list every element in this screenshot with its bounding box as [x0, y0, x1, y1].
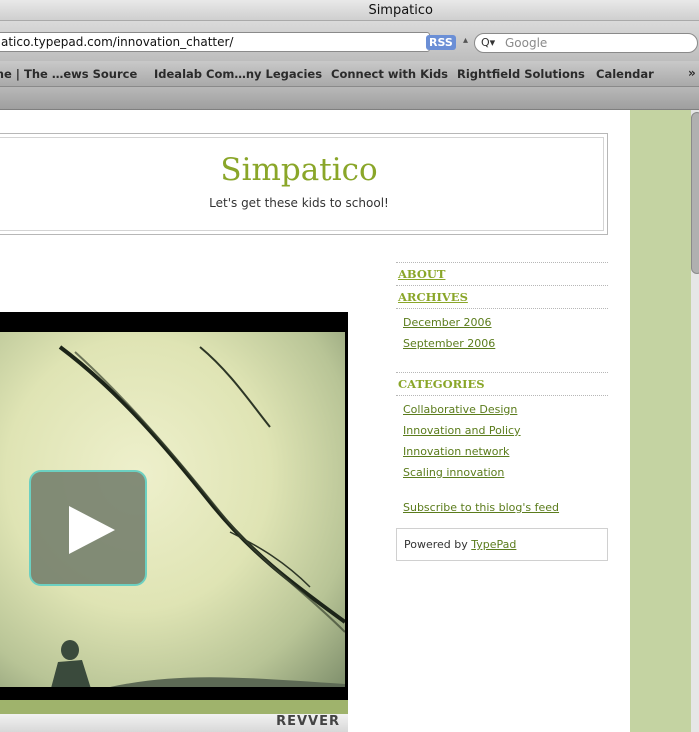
category-link[interactable]: Collaborative Design — [396, 399, 608, 420]
archive-link[interactable]: September 2006 — [396, 333, 608, 354]
play-icon[interactable] — [31, 472, 145, 584]
rss-button[interactable]: RSS — [426, 35, 456, 50]
sidebar-about-link[interactable]: ABOUT — [396, 263, 608, 286]
address-url[interactable]: atico.typepad.com/innovation_chatter/ — [1, 35, 233, 49]
bookmarks-bar: me | The …ews Source Idealab Com…ny Lega… — [0, 61, 699, 87]
address-bar[interactable]: atico.typepad.com/innovation_chatter/ — [0, 32, 430, 52]
play-button[interactable] — [29, 470, 147, 586]
site-title[interactable]: Simpatico — [0, 152, 607, 188]
video-player[interactable] — [0, 312, 348, 710]
typepad-link[interactable]: TypePad — [471, 538, 516, 551]
scrollbar-thumb[interactable] — [691, 112, 699, 274]
bookmark-item[interactable]: Rightfield Solutions — [457, 67, 585, 81]
bookmark-item[interactable]: Calendar — [596, 67, 654, 81]
powered-by-box: Powered by TypePad — [396, 528, 608, 561]
video-controlbar[interactable]: REVVER — [0, 714, 348, 732]
sidebar-categories-heading: CATEGORIES — [396, 373, 608, 396]
bookmark-item[interactable]: Connect with Kids — [331, 67, 448, 81]
blog-sidebar: ABOUT ARCHIVES December 2006 September 2… — [396, 262, 608, 561]
video-frame[interactable] — [0, 332, 345, 687]
blog-banner: Simpatico Let's get these kids to school… — [0, 133, 608, 235]
revver-logo[interactable]: REVVER — [276, 714, 340, 729]
site-tagline: Let's get these kids to school! — [209, 196, 389, 210]
subscribe-feed-link[interactable]: Subscribe to this blog's feed — [396, 497, 608, 518]
search-field[interactable]: Q▾ Google — [474, 33, 698, 53]
video-progress-strip[interactable] — [0, 700, 348, 714]
magnifier-icon[interactable]: Q▾ — [481, 36, 495, 49]
search-placeholder: Google — [505, 36, 548, 50]
category-link[interactable]: Innovation network — [396, 441, 608, 462]
window-title: Simpatico — [368, 3, 433, 18]
powered-by-label: Powered by — [404, 538, 468, 551]
category-link[interactable]: Scaling innovation — [396, 462, 608, 483]
sidebar-archives-link[interactable]: ARCHIVES — [396, 286, 608, 309]
page-side-margin — [630, 110, 691, 732]
bookmark-item[interactable]: Idealab Com…ny Legacies — [154, 67, 322, 81]
bookmarks-overflow-icon[interactable]: » — [688, 66, 696, 80]
tab-strip — [0, 87, 699, 110]
bookmark-item[interactable]: me | The …ews Source — [0, 67, 137, 81]
archive-link[interactable]: December 2006 — [396, 312, 608, 333]
category-link[interactable]: Innovation and Policy — [396, 420, 608, 441]
snapback-icon[interactable]: ▴ — [463, 35, 468, 46]
window-titlebar: Simpatico — [0, 0, 699, 21]
